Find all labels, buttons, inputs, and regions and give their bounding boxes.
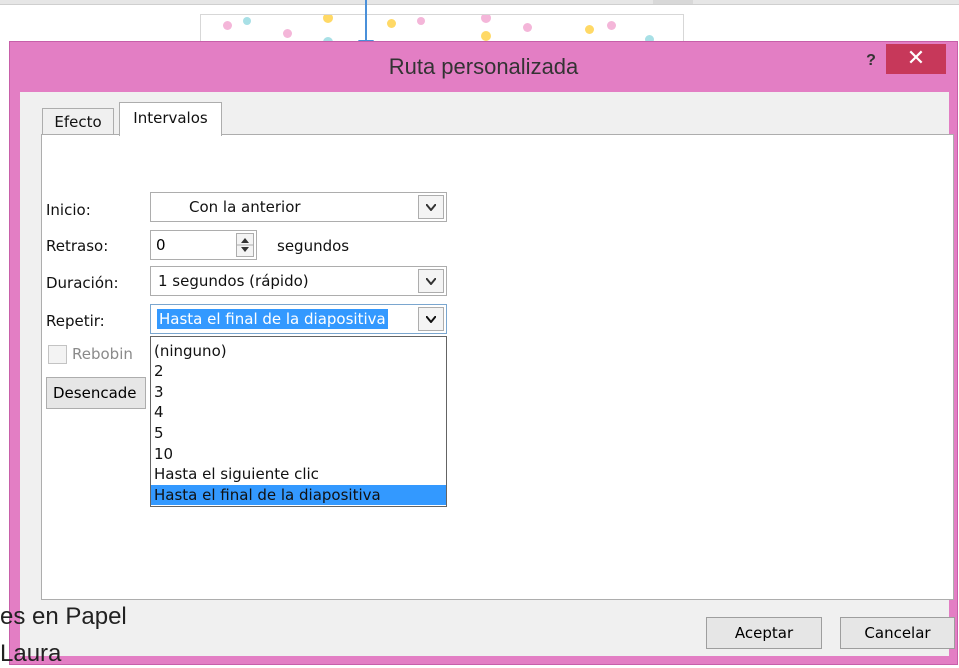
chevron-down-icon[interactable] (418, 307, 444, 331)
duracion-label: Duración: (46, 274, 119, 292)
confetti-dot (243, 17, 251, 25)
dialog-client-area: Efecto Intervalos Inicio: Con la anterio… (20, 92, 955, 656)
list-item[interactable]: 3 (154, 382, 444, 402)
chevron-down-icon[interactable] (418, 195, 444, 219)
retraso-value: 0 (156, 236, 166, 254)
slide-text-line2: Laura (0, 640, 62, 667)
confetti-dot (607, 21, 616, 30)
list-item[interactable]: 10 (154, 444, 444, 464)
retraso-unit: segundos (277, 237, 350, 255)
retraso-spinner[interactable]: 0 (150, 230, 257, 260)
background-toolbar-strip (0, 0, 959, 5)
retraso-label: Retraso: (46, 237, 109, 255)
help-button[interactable]: ? (856, 48, 886, 74)
confetti-dot (283, 29, 292, 38)
background-toolbar-box (653, 0, 693, 4)
tab-efecto[interactable]: Efecto (42, 108, 114, 135)
custom-path-dialog: Ruta personalizada ? ✕ Efecto Intervalos… (10, 42, 957, 664)
inicio-value: Con la anterior (189, 198, 301, 216)
list-item-selected[interactable]: Hasta el final de la diapositiva (151, 485, 446, 505)
repetir-dropdown-list[interactable]: (ninguno) 2 3 4 5 10 Hasta el siguiente … (150, 336, 447, 507)
repetir-label: Repetir: (46, 312, 105, 330)
repetir-combo[interactable]: Hasta el final de la diapositiva (150, 304, 447, 334)
inicio-combo[interactable]: Con la anterior (150, 192, 447, 222)
repetir-value: Hasta el final de la diapositiva (157, 309, 388, 329)
confetti-dot (223, 21, 232, 30)
rebobinar-checkbox[interactable] (48, 345, 67, 364)
close-button[interactable]: ✕ (886, 44, 946, 74)
confetti-dot (585, 25, 594, 34)
rebobinar-label: Rebobin (72, 345, 133, 363)
slide-text-line1: es en Papel (0, 603, 127, 630)
desencadenadores-button[interactable]: Desencade (46, 377, 146, 409)
list-item[interactable]: 5 (154, 423, 444, 443)
confetti-dot (323, 15, 333, 23)
desencadenadores-label: Desencade (53, 384, 137, 402)
list-item[interactable]: 2 (154, 361, 444, 381)
confetti-dot (481, 31, 491, 41)
list-item[interactable]: (ninguno) (154, 341, 444, 361)
tab-intervalos[interactable]: Intervalos (119, 102, 222, 136)
duracion-value: 1 segundos (rápido) (158, 272, 309, 290)
chevron-down-icon[interactable] (418, 269, 444, 293)
list-item[interactable]: Hasta el siguiente clic (154, 464, 444, 484)
confetti-dot (417, 17, 425, 25)
confetti-dot (387, 19, 396, 28)
motion-path-line (365, 0, 367, 44)
duracion-combo[interactable]: 1 segundos (rápido) (150, 266, 447, 296)
confetti-dot (523, 23, 532, 32)
cancelar-button[interactable]: Cancelar (840, 617, 955, 649)
confetti-dot (481, 15, 491, 23)
list-item[interactable]: 4 (154, 402, 444, 422)
inicio-label: Inicio: (46, 201, 91, 219)
aceptar-button[interactable]: Aceptar (706, 617, 822, 649)
spinner-arrows-icon[interactable] (236, 233, 254, 257)
dialog-title: Ruta personalizada (388, 54, 579, 79)
